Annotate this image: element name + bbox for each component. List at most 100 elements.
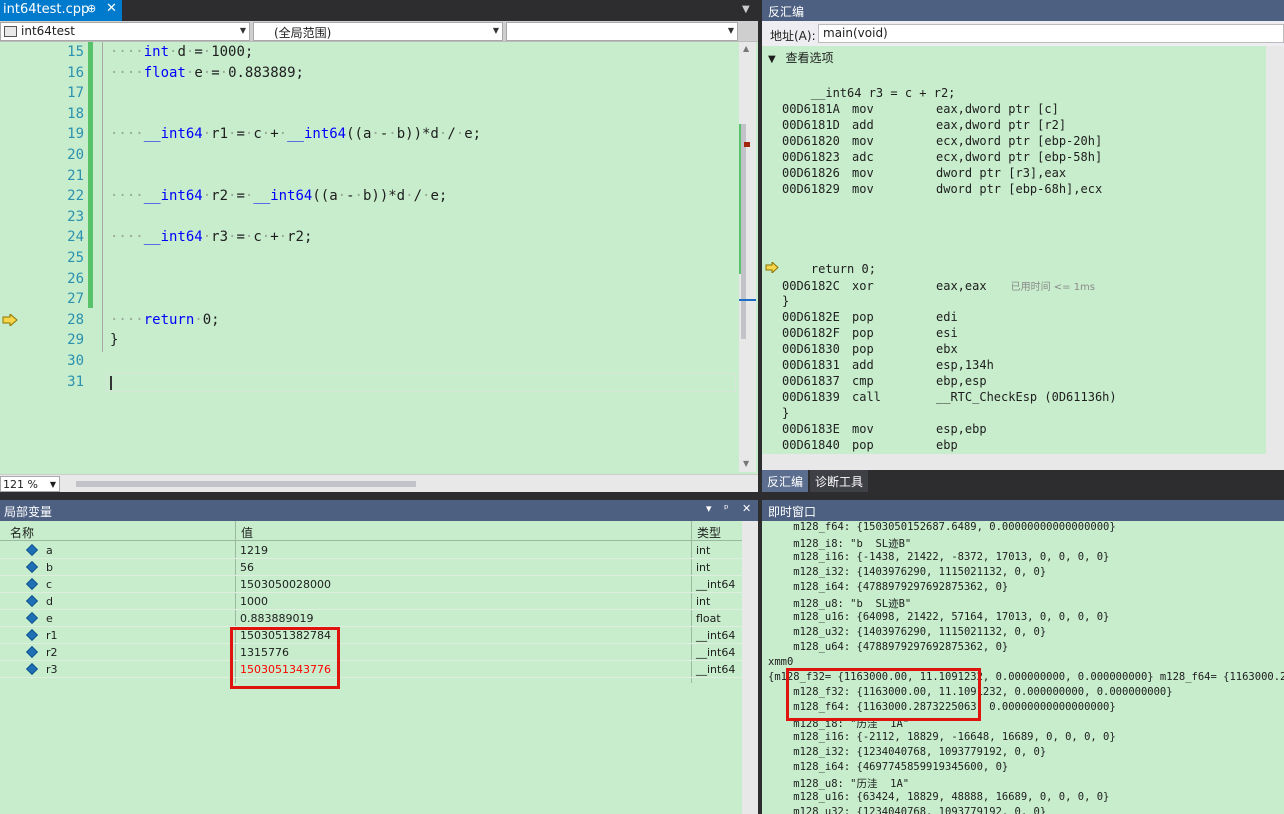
variable-icon [25, 577, 39, 591]
instruction-address: 00D61823 [782, 150, 840, 164]
instruction-line[interactable]: 00D61839 call __RTC_CheckEsp (0D61136h) [782, 390, 1117, 404]
navigation-bar: int64test ▼ (全局范围) ▼ ▼ ⊕ [0, 21, 758, 58]
close-icon[interactable]: ✕ [742, 502, 751, 515]
view-options-toggle[interactable]: ▼ 查看选项 [768, 49, 834, 66]
variable-value[interactable]: 1503050028000 [240, 578, 331, 591]
instruction-line[interactable]: 00D61837 cmp ebp,esp [782, 374, 987, 388]
pin-icon[interactable]: ⊕ [87, 2, 96, 15]
whitespace-marker: ···· [110, 126, 144, 143]
close-icon[interactable]: ✕ [106, 1, 117, 16]
editor-horizontal-scrollbar[interactable] [62, 477, 740, 491]
highlight-box [230, 627, 340, 689]
instruction-line[interactable]: 00D61823 adc ecx,dword ptr [ebp-58h] [782, 150, 1102, 164]
scope-dropdown[interactable]: (全局范围) ▼ [253, 22, 503, 41]
code-line[interactable]: ····return·0; [110, 312, 220, 328]
member-dropdown[interactable]: ▼ [506, 22, 738, 41]
table-row[interactable]: r2 1315776 __int64 [0, 644, 742, 661]
instruction-opcode: call [852, 390, 881, 404]
chevron-down-icon: ▼ [727, 26, 734, 35]
instruction-line[interactable]: 00D61826 mov dword ptr [r3],eax [782, 166, 1066, 180]
table-row[interactable]: a 1219 int [0, 542, 742, 559]
window-menu-icon[interactable]: ▾ [706, 502, 712, 515]
zoom-dropdown[interactable]: 121 % ▼ [0, 476, 60, 492]
code-line[interactable]: ····float·e·=·0.883889; [110, 65, 304, 81]
instruction-operands: esp,ebp [936, 422, 987, 436]
immediate-line: m128_u16: {63424, 18829, 48888, 16689, 0… [768, 791, 1110, 803]
instruction-address: 00D61837 [782, 374, 840, 388]
tab-disassembly[interactable]: 反汇编 [762, 470, 809, 492]
address-input[interactable]: main(void) [818, 24, 1284, 43]
instruction-operands: ecx,dword ptr [ebp-58h] [936, 150, 1103, 164]
text-caret [110, 376, 112, 390]
column-header-value[interactable]: 值 [241, 524, 253, 541]
instruction-line[interactable]: 00D61829 mov dword ptr [ebp-68h],ecx [782, 182, 1102, 196]
immediate-line: m128_i16: {-1438, 21422, -8372, 17013, 0… [768, 551, 1110, 563]
instruction-line[interactable]: 00D6181A mov eax,dword ptr [c] [782, 102, 1059, 116]
table-row[interactable]: r3 1503051343776 __int64 [0, 661, 742, 678]
variable-value[interactable]: 1000 [240, 595, 268, 608]
instruction-line[interactable]: 00D6182F pop esi [782, 326, 958, 340]
tab-diagnostic-tools[interactable]: 诊断工具 [810, 470, 869, 492]
source-line[interactable]: } [782, 406, 789, 420]
instruction-line[interactable]: 00D61820 mov ecx,dword ptr [ebp-20h] [782, 134, 1102, 148]
table-row[interactable]: d 1000 int [0, 593, 742, 610]
whitespace-marker: · [278, 229, 288, 246]
source-line[interactable]: } [782, 294, 789, 308]
whitespace-marker: · [261, 229, 271, 246]
code-line[interactable]: ····__int64·r1·=·c·+·__int64((a·-·b))*d·… [110, 126, 481, 142]
code-text[interactable]: ····int·d·=·1000; ····float·e·=·0.883889;… [110, 42, 740, 472]
instruction-line[interactable]: 00D61830 pop ebx [782, 342, 958, 356]
code-editor[interactable]: int64test.cpp ⊕ ✕ ▼ int64test ▼ (全局范围) ▼… [0, 0, 758, 492]
variable-value[interactable]: 0.883889019 [240, 612, 313, 625]
disassembly-horizontal-scrollbar[interactable] [762, 454, 1284, 470]
keyword-token: int [143, 44, 170, 60]
column-header-name[interactable]: 名称 [10, 524, 34, 541]
scroll-thumb[interactable] [76, 481, 416, 487]
table-row[interactable]: e 0.883889019 float [0, 610, 742, 627]
code-line[interactable]: ····__int64·r3·=·c·+·r2; [110, 229, 312, 245]
instruction-address: 00D6182C [782, 279, 840, 293]
locals-vertical-scrollbar[interactable] [742, 521, 758, 814]
scroll-breakpoint-marker [744, 142, 750, 147]
code-line[interactable]: ····__int64·r2·=·__int64((a·-·b))*d·/·e; [110, 188, 447, 204]
variable-name: d [46, 595, 53, 608]
locals-header: 名称 值 类型 [0, 521, 742, 541]
change-tracking-bar [88, 42, 93, 308]
instruction-line[interactable]: 00D6181D add eax,dword ptr [r2] [782, 118, 1066, 132]
code-line[interactable]: ····int·d·=·1000; [110, 44, 253, 60]
chevron-down-icon: ▼ [768, 54, 776, 65]
instruction-line[interactable]: 00D61840 pop ebp [782, 438, 958, 452]
disassembly-code[interactable]: __int64 r3 = c + r2; 00D6181A mov eax,dword… [782, 86, 1282, 468]
instruction-line[interactable]: 00D61831 add esp,134h [782, 358, 994, 372]
variable-value[interactable]: 1219 [240, 544, 268, 557]
editor-vertical-scrollbar[interactable]: ▲ ▼ [739, 42, 756, 472]
code-token: r1 [211, 126, 229, 143]
instruction-line[interactable]: 00D6183E mov esp,ebp [782, 422, 987, 436]
instruction-address: 00D61820 [782, 134, 840, 148]
instruction-operands: dword ptr [ebp-68h],ecx [936, 182, 1103, 196]
disassembly-vertical-scrollbar[interactable] [1266, 46, 1284, 454]
immediate-line: m128_u32: {1403976290, 1115021132, 0, 0} [768, 626, 1047, 638]
pin-icon[interactable]: ᵖ [724, 502, 729, 515]
instruction-opcode: pop [852, 326, 874, 340]
source-line[interactable]: __int64 r3 = c + r2; [782, 86, 956, 100]
table-row[interactable]: c 1503050028000 __int64 [0, 576, 742, 593]
tab-overflow-dropdown-icon[interactable]: ▼ [742, 4, 750, 15]
column-header-type[interactable]: 类型 [697, 524, 721, 541]
table-row[interactable]: b 56 int [0, 559, 742, 576]
current-instruction-line[interactable]: 00D6182C xor eax,eax 已用时间 <= 1ms [782, 278, 1095, 293]
scroll-down-icon[interactable]: ▼ [743, 459, 749, 468]
scroll-thumb[interactable] [741, 124, 746, 339]
scroll-up-icon[interactable]: ▲ [743, 44, 749, 53]
instruction-line[interactable]: 00D6182E pop edi [782, 310, 958, 324]
variable-value[interactable]: 56 [240, 561, 254, 574]
breakpoint-gutter[interactable] [0, 42, 20, 472]
variable-type: int [696, 544, 711, 557]
code-line[interactable]: } [110, 332, 118, 348]
source-line[interactable]: return 0; [782, 262, 876, 276]
document-tab[interactable]: int64test.cpp ⊕ ✕ [0, 0, 122, 21]
whitespace-marker: · [354, 188, 363, 205]
table-row[interactable]: r1 1503051382784 __int64 [0, 627, 742, 644]
project-dropdown[interactable]: int64test ▼ [0, 22, 250, 41]
variable-name: a [46, 544, 53, 557]
